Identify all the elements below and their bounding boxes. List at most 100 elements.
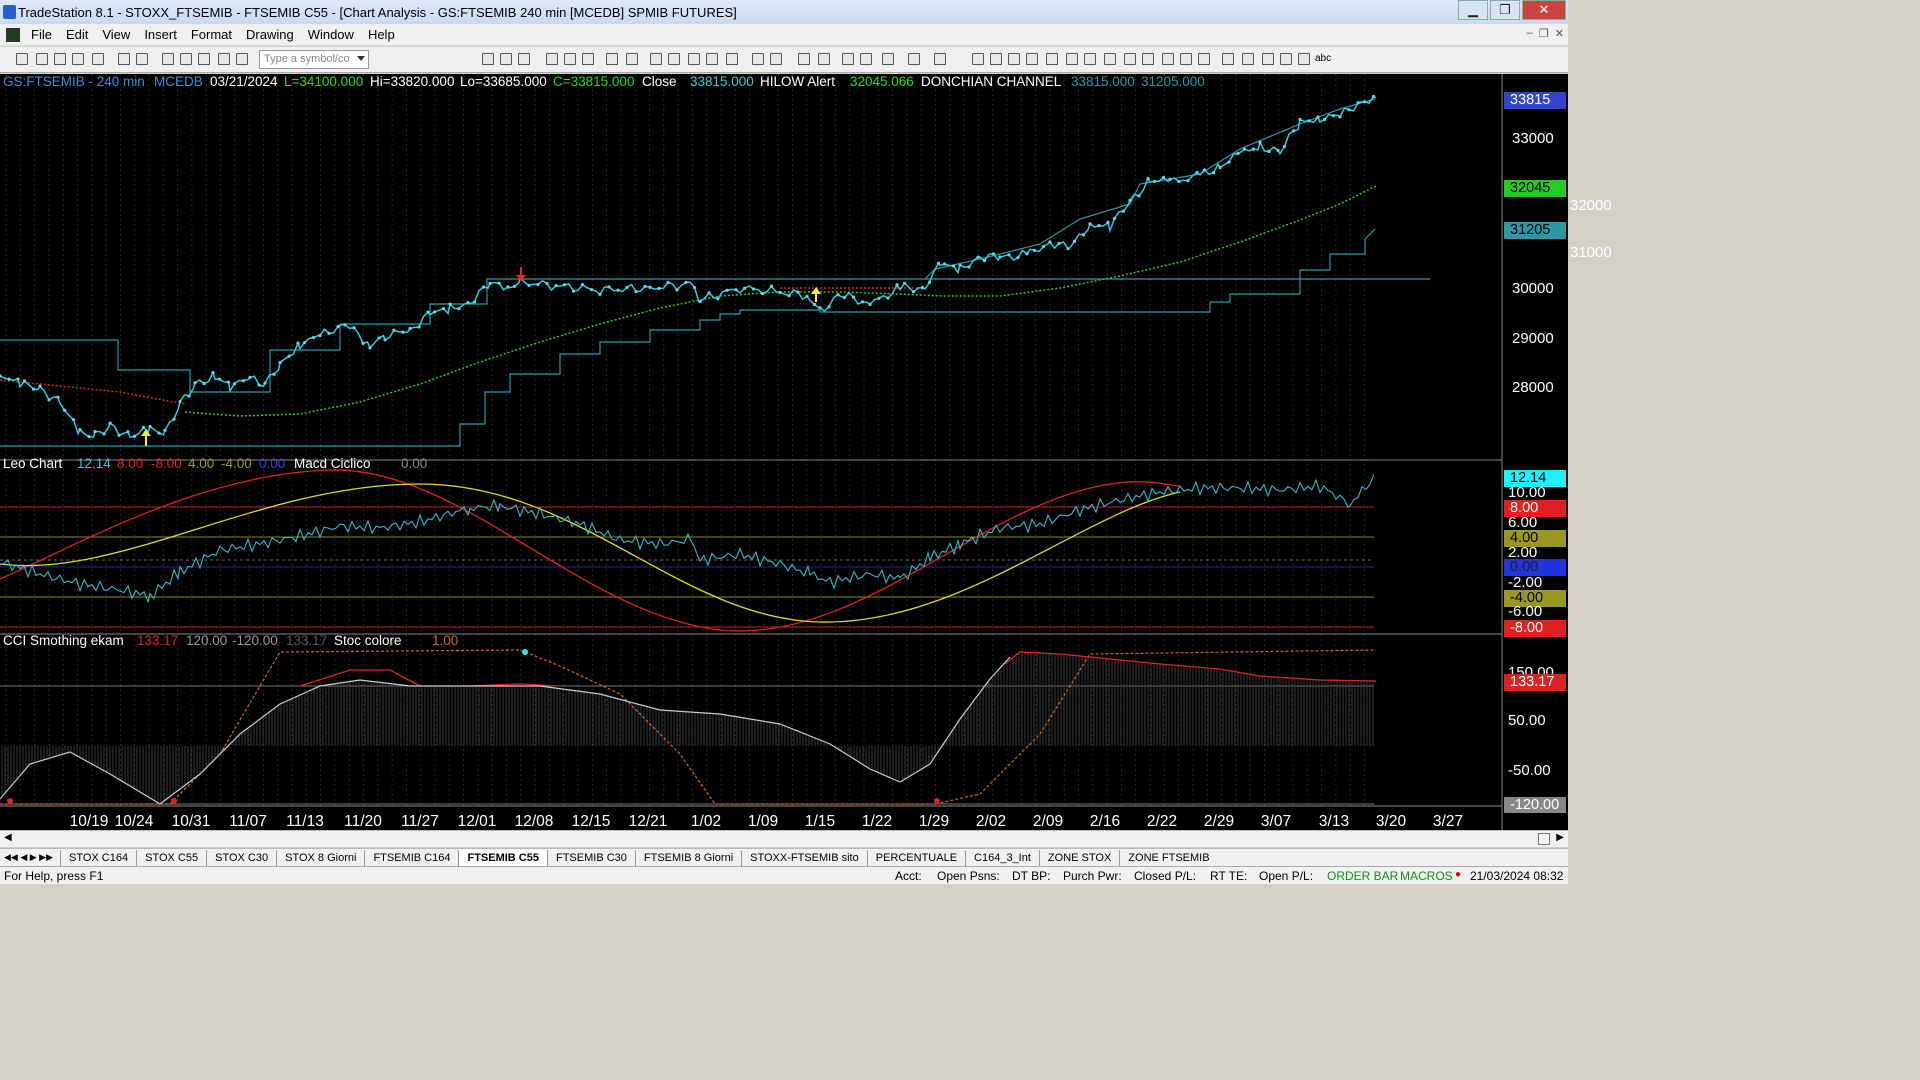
toolbar-button[interactable] bbox=[180, 53, 192, 65]
close-button[interactable]: ✕ bbox=[1522, 0, 1566, 20]
toolbar-button[interactable] bbox=[668, 53, 680, 65]
mdi-minimize-button[interactable]: – bbox=[1527, 27, 1533, 40]
toolbar-button[interactable] bbox=[482, 53, 494, 65]
toolbar-button[interactable] bbox=[1298, 53, 1310, 65]
toolbar-button[interactable] bbox=[1066, 53, 1078, 65]
toolbar-button[interactable] bbox=[882, 53, 894, 65]
menu-insert[interactable]: Insert bbox=[137, 27, 184, 42]
tab-8[interactable]: STOXX-FTSEMIB sito bbox=[741, 849, 867, 866]
menu-window[interactable]: Window bbox=[301, 27, 361, 42]
toolbar-button[interactable] bbox=[16, 53, 28, 65]
toolbar-button[interactable] bbox=[118, 53, 130, 65]
toolbar-button[interactable] bbox=[908, 53, 920, 65]
toolbar-button[interactable] bbox=[706, 53, 718, 65]
toolbar-button[interactable] bbox=[136, 53, 148, 65]
minimize-button[interactable]: ▁ bbox=[1458, 0, 1488, 20]
toolbar-button[interactable] bbox=[1198, 53, 1210, 65]
price-point bbox=[1057, 241, 1061, 246]
toolbar-button[interactable] bbox=[1084, 53, 1096, 65]
scroll-right-icon[interactable]: ▶ bbox=[1556, 832, 1564, 843]
tab-0[interactable]: STOX C164 bbox=[60, 849, 136, 866]
tab-nav-icons[interactable]: ◀◀ ◀ ▶ ▶▶ bbox=[4, 852, 53, 863]
tab-5[interactable]: FTSEMIB C55 bbox=[458, 849, 547, 866]
chart-window-icon[interactable] bbox=[6, 27, 20, 42]
toolbar-button[interactable] bbox=[546, 53, 558, 65]
toolbar-button[interactable] bbox=[564, 53, 576, 65]
tab-2[interactable]: STOX C30 bbox=[206, 849, 276, 866]
chart-area[interactable]: GS:FTSEMIB - 240 min MCEDB 03/21/2024 L=… bbox=[0, 74, 1612, 830]
tab-12[interactable]: ZONE FTSEMIB bbox=[1119, 849, 1217, 866]
toolbar-button[interactable] bbox=[1180, 53, 1192, 65]
symbol-dropdown-icon[interactable] bbox=[357, 56, 365, 61]
toolbar-button[interactable] bbox=[726, 53, 738, 65]
menu-edit[interactable]: Edit bbox=[59, 27, 95, 42]
tab-3[interactable]: STOX 8 Giorni bbox=[276, 849, 364, 866]
toolbar-button[interactable] bbox=[972, 53, 984, 65]
toolbar-button[interactable] bbox=[582, 53, 594, 65]
tab-4[interactable]: FTSEMIB C164 bbox=[364, 849, 458, 866]
toolbar-button[interactable] bbox=[990, 53, 1002, 65]
price-point bbox=[725, 288, 729, 292]
price-point bbox=[132, 434, 137, 438]
mdi-close-button[interactable]: ✕ bbox=[1555, 27, 1564, 40]
toolbar-button[interactable] bbox=[770, 53, 782, 65]
toolbar-button[interactable] bbox=[752, 53, 764, 65]
maximize-button[interactable]: ❐ bbox=[1490, 0, 1520, 20]
toolbar-button[interactable] bbox=[1124, 53, 1136, 65]
toolbar-button[interactable] bbox=[626, 53, 638, 65]
toolbar-button[interactable] bbox=[842, 53, 854, 65]
price-point bbox=[571, 289, 576, 293]
macros-button[interactable]: MACROS bbox=[1400, 869, 1453, 883]
tab-1[interactable]: STOX C55 bbox=[136, 849, 206, 866]
toolbar-button[interactable] bbox=[818, 53, 830, 65]
toolbar-button[interactable] bbox=[606, 53, 618, 65]
toolbar-button[interactable] bbox=[688, 53, 700, 65]
scroll-left-icon[interactable]: ◀ bbox=[4, 832, 12, 843]
toolbar-button[interactable] bbox=[1162, 53, 1174, 65]
toolbar-button[interactable] bbox=[1142, 53, 1154, 65]
toolbar-button[interactable] bbox=[162, 53, 174, 65]
toolbar-button[interactable] bbox=[860, 53, 872, 65]
toolbar-button[interactable] bbox=[518, 53, 530, 65]
toolbar-button[interactable] bbox=[236, 53, 248, 65]
tab-9[interactable]: PERCENTUALE bbox=[866, 849, 965, 866]
horizontal-scrollbar[interactable]: ◀ ▶ bbox=[0, 830, 1568, 847]
menu-view[interactable]: View bbox=[95, 27, 137, 42]
tab-6[interactable]: FTSEMIB C30 bbox=[546, 849, 635, 866]
toolbar-button[interactable] bbox=[934, 53, 946, 65]
price-point bbox=[408, 326, 412, 331]
toolbar-button[interactable] bbox=[1046, 53, 1058, 65]
toolbar-button[interactable] bbox=[798, 53, 810, 65]
toolbar-button[interactable] bbox=[1280, 53, 1292, 65]
price-point bbox=[920, 286, 925, 290]
toolbar-button[interactable] bbox=[36, 53, 48, 65]
toolbar-button[interactable] bbox=[218, 53, 230, 65]
text-tool-button[interactable]: abc bbox=[1315, 53, 1331, 64]
menu-file[interactable]: File bbox=[24, 27, 59, 42]
toolbar-button[interactable] bbox=[54, 53, 66, 65]
price-point bbox=[417, 325, 421, 329]
tab-7[interactable]: FTSEMIB 8 Giorni bbox=[634, 849, 741, 866]
tab-10[interactable]: C164_3_Int bbox=[965, 849, 1039, 866]
toolbar-button[interactable] bbox=[650, 53, 662, 65]
menu-format[interactable]: Format bbox=[184, 27, 239, 42]
mdi-restore-button[interactable]: ❐ bbox=[1539, 27, 1549, 40]
toolbar-button[interactable] bbox=[92, 53, 104, 65]
leo-value-3: -8.00 bbox=[151, 456, 182, 471]
toolbar-button[interactable] bbox=[500, 53, 512, 65]
toolbar-button[interactable] bbox=[1262, 53, 1274, 65]
toolbar-button[interactable] bbox=[1008, 53, 1020, 65]
toolbar-button[interactable] bbox=[72, 53, 84, 65]
scroll-thumb[interactable] bbox=[1538, 833, 1550, 845]
toolbar-button[interactable] bbox=[1026, 53, 1038, 65]
order-bar-button[interactable]: ORDER BAR bbox=[1327, 869, 1398, 883]
toolbar-button[interactable] bbox=[1104, 53, 1116, 65]
symbol-input[interactable]: Type a symbol/co bbox=[259, 50, 369, 69]
toolbar-button[interactable] bbox=[1242, 53, 1254, 65]
leo-study-label: Leo Chart bbox=[3, 456, 63, 471]
menu-drawing[interactable]: Drawing bbox=[239, 27, 301, 42]
menu-help[interactable]: Help bbox=[361, 27, 402, 42]
toolbar-button[interactable] bbox=[1222, 53, 1234, 65]
toolbar-button[interactable] bbox=[198, 53, 210, 65]
tab-11[interactable]: ZONE STOX bbox=[1038, 849, 1119, 866]
